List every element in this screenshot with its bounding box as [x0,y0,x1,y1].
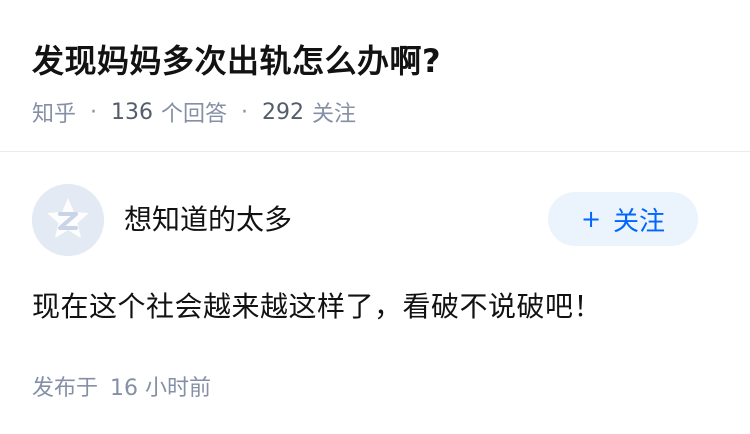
answer-card: 想知道的太多 + 关注 现在这个社会越来越这样了，看破不说破吧！ 发布于 16 小… [0,152,750,434]
answer-count: 136 [111,99,154,125]
question-title[interactable]: 发现妈妈多次出轨怎么办啊? [32,36,441,82]
publish-info: 发布于 16 小时前 [32,370,211,402]
meta-separator: · [241,99,249,125]
default-avatar-icon [32,184,104,256]
published-label: 发布于 [32,376,99,401]
author-name[interactable]: 想知道的太多 [124,198,292,238]
question-meta: 知乎 · 136 个回答 · 292 关注 [32,96,356,128]
avatar[interactable] [32,184,104,256]
published-time: 16 小时前 [110,376,212,401]
plus-icon: + [580,205,602,233]
page: 发现妈妈多次出轨怎么办啊? 知乎 · 136 个回答 · 292 关注 想知道的… [0,0,750,434]
follower-count-label: 关注 [312,102,357,127]
site-name[interactable]: 知乎 [32,96,76,128]
answer-count-label: 个回答 [161,102,228,127]
answer-content[interactable]: 现在这个社会越来越这样了，看破不说破吧！ [32,285,602,325]
question-header: 发现妈妈多次出轨怎么办啊? 知乎 · 136 个回答 · 292 关注 [0,0,750,152]
follow-button-label: 关注 [613,206,666,237]
meta-separator: · [90,99,98,125]
follow-button[interactable]: + 关注 [548,192,698,246]
follower-count: 292 [262,99,305,125]
